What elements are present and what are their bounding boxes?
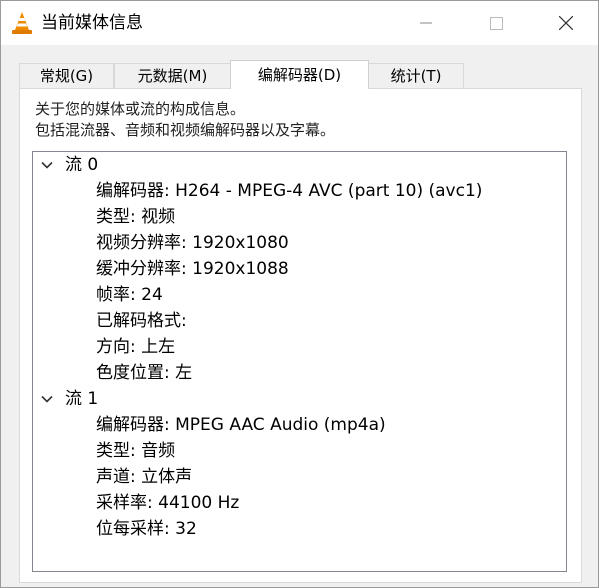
panel-description: 关于您的媒体或流的构成信息。 包括混流器、音频和视频编解码器以及字幕。 — [35, 99, 335, 141]
stream-property: 编解码器: MPEG AAC Audio (mp4a) — [96, 415, 386, 435]
stream-property: 帧率: 24 — [96, 285, 163, 305]
stream-property: 位每采样: 32 — [96, 519, 197, 539]
stream-property: 声道: 立体声 — [96, 467, 193, 487]
chevron-down-icon[interactable] — [40, 158, 54, 172]
media-info-window: 当前媒体信息 常规(G) 元数据(M) 编解码器(D) 统计(T) 关于您的媒体… — [0, 0, 599, 588]
stream-property: 类型: 视频 — [96, 207, 176, 227]
chevron-down-icon[interactable] — [40, 392, 54, 406]
vlc-cone-icon — [12, 12, 32, 34]
stream-label: 流 0 — [65, 155, 99, 175]
stream-property: 色度位置: 左 — [96, 363, 193, 383]
title-bar[interactable]: 当前媒体信息 — [1, 1, 598, 45]
codec-panel: 关于您的媒体或流的构成信息。 包括混流器、音频和视频编解码器以及字幕。 流 0 … — [19, 88, 582, 583]
window-title: 当前媒体信息 — [41, 13, 143, 33]
tab-statistics[interactable]: 统计(T) — [368, 63, 464, 88]
close-icon — [559, 16, 573, 30]
stream-property: 视频分辨率: 1920x1080 — [96, 233, 289, 253]
stream-property: 类型: 音频 — [96, 441, 176, 461]
tab-codec[interactable]: 编解码器(D) — [230, 60, 369, 89]
stream-property: 编解码器: H264 - MPEG-4 AVC (part 10) (avc1) — [96, 181, 483, 201]
stream-property: 缓冲分辨率: 1920x1088 — [96, 259, 289, 279]
minimize-button[interactable] — [403, 1, 449, 45]
stream-property: 方向: 上左 — [96, 337, 176, 357]
stream-property: 采样率: 44100 Hz — [96, 493, 240, 513]
tab-general[interactable]: 常规(G) — [19, 63, 114, 88]
close-button[interactable] — [543, 1, 589, 45]
tab-metadata[interactable]: 元数据(M) — [114, 63, 231, 88]
description-line-1: 关于您的媒体或流的构成信息。 — [35, 100, 246, 118]
maximize-icon — [489, 16, 503, 30]
minimize-icon — [420, 22, 432, 24]
stream-tree[interactable]: 流 0 编解码器: H264 - MPEG-4 AVC (part 10) (a… — [32, 151, 567, 572]
description-line-2: 包括混流器、音频和视频编解码器以及字幕。 — [35, 121, 336, 139]
maximize-button[interactable] — [473, 1, 519, 45]
stream-property: 已解码格式: — [96, 311, 187, 331]
stream-label: 流 1 — [65, 389, 99, 409]
